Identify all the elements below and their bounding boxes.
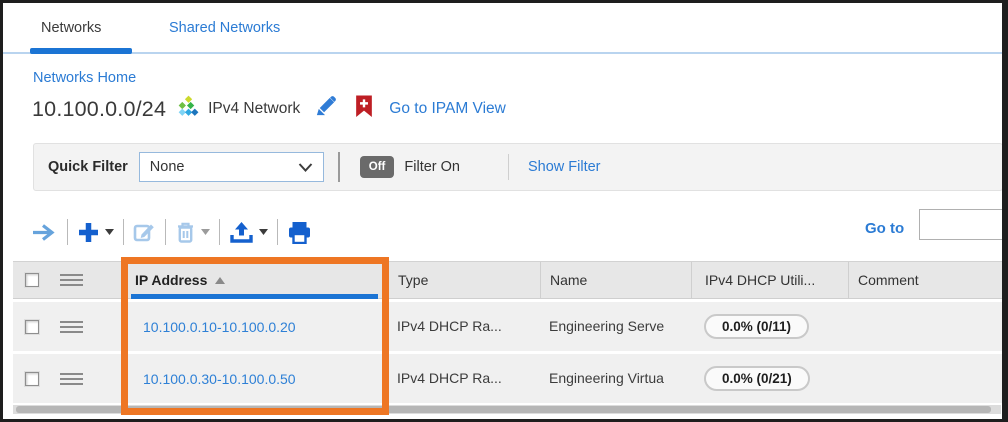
- quick-filter-selected-value: None: [150, 159, 185, 175]
- sort-ascending-icon: [215, 277, 225, 284]
- name-cell: Engineering Serve: [549, 318, 664, 334]
- header-comment-label: Comment: [858, 272, 919, 288]
- ip-range-link[interactable]: 10.100.0.10-10.100.0.20: [143, 319, 296, 335]
- sorted-column-underline: [131, 294, 378, 299]
- row-menu-icon[interactable]: [60, 370, 83, 388]
- table-header-row: IP Address Type Name IPv4 DHCP Utili... …: [13, 261, 1003, 299]
- table-row: 10.100.0.30-10.100.0.50 IPv4 DHCP Ra... …: [13, 354, 1003, 403]
- tab-networks[interactable]: Networks: [41, 20, 101, 36]
- toolbar-separator: [219, 219, 220, 245]
- table-row: 10.100.0.10-10.100.0.20 IPv4 DHCP Ra... …: [13, 302, 1003, 351]
- ipv4-network-icon: [175, 94, 200, 124]
- networks-home-link[interactable]: Networks Home: [33, 70, 136, 86]
- toolbar-separator: [277, 219, 278, 245]
- tab-shared-networks[interactable]: Shared Networks: [169, 20, 280, 36]
- chevron-down-icon: [298, 163, 313, 172]
- row-checkbox[interactable]: [25, 320, 39, 334]
- divider: [338, 152, 340, 182]
- type-cell: IPv4 DHCP Ra...: [397, 318, 502, 334]
- show-filter-link[interactable]: Show Filter: [528, 159, 601, 175]
- goto-label: Go to: [865, 220, 904, 237]
- goto-input[interactable]: [919, 209, 1005, 240]
- export-button[interactable]: [229, 221, 268, 244]
- delete-button[interactable]: [175, 221, 210, 244]
- page-title: 10.100.0.0/24: [32, 97, 166, 122]
- filter-toggle-button[interactable]: Off: [360, 156, 395, 178]
- network-type-label: IPv4 Network: [208, 100, 300, 118]
- print-button[interactable]: [287, 221, 312, 244]
- select-all-checkbox[interactable]: [25, 273, 39, 287]
- header-type-label: Type: [398, 272, 428, 288]
- header-name-label: Name: [550, 272, 587, 288]
- filter-on-label: Filter On: [404, 159, 460, 175]
- type-cell: IPv4 DHCP Ra...: [397, 370, 502, 386]
- tab-bar: Networks Shared Networks: [3, 3, 1002, 54]
- toolbar-separator: [67, 219, 68, 245]
- header-ip-label: IP Address: [135, 272, 207, 288]
- edit-button[interactable]: [133, 221, 156, 244]
- dhcp-utilization-badge: 0.0% (0/21): [704, 366, 810, 391]
- name-cell: Engineering Virtua: [549, 370, 664, 386]
- go-arrow-icon[interactable]: [31, 223, 58, 242]
- header-comment[interactable]: Comment: [848, 262, 1003, 298]
- row-checkbox[interactable]: [25, 372, 39, 386]
- quick-filter-label: Quick Filter: [48, 159, 128, 175]
- app-window: Networks Shared Networks Networks Home 1…: [0, 0, 1008, 422]
- dhcp-utilization-badge: 0.0% (0/11): [704, 314, 809, 339]
- header-dhcp-utilization[interactable]: IPv4 DHCP Utili...: [691, 262, 848, 298]
- table-menu-icon[interactable]: [60, 271, 83, 289]
- add-button[interactable]: [77, 221, 114, 244]
- header-checkbox-cell: [13, 273, 49, 287]
- networks-table: IP Address Type Name IPv4 DHCP Utili... …: [13, 261, 1003, 403]
- header-name[interactable]: Name: [540, 262, 691, 298]
- header-type[interactable]: Type: [388, 262, 540, 298]
- go-to-ipam-link[interactable]: Go to IPAM View: [389, 100, 506, 118]
- toolbar-separator: [123, 219, 124, 245]
- ip-range-link[interactable]: 10.100.0.30-10.100.0.50: [143, 371, 296, 387]
- quick-filter-bar: Quick Filter None Off Filter On Show Fil…: [33, 143, 1003, 191]
- quick-filter-select[interactable]: None: [139, 152, 324, 182]
- header-dhcp-label: IPv4 DHCP Utili...: [705, 272, 815, 288]
- title-row: 10.100.0.0/24 IPv4 Network: [32, 91, 506, 127]
- delete-dropdown-caret-icon: [201, 229, 210, 235]
- scrollbar-thumb[interactable]: [16, 406, 991, 413]
- add-dropdown-caret-icon: [105, 229, 114, 235]
- export-dropdown-caret-icon: [259, 229, 268, 235]
- row-menu-icon[interactable]: [60, 318, 83, 336]
- header-menu-cell: [49, 271, 123, 289]
- toolbar-separator: [165, 219, 166, 245]
- bookmark-add-icon[interactable]: [355, 95, 373, 123]
- edit-pencil-icon[interactable]: [314, 95, 337, 123]
- horizontal-scrollbar[interactable]: [13, 405, 1001, 414]
- active-tab-underline: [30, 48, 132, 54]
- table-toolbar: [31, 215, 312, 249]
- header-ip-address[interactable]: IP Address: [123, 262, 388, 298]
- divider: [508, 154, 509, 180]
